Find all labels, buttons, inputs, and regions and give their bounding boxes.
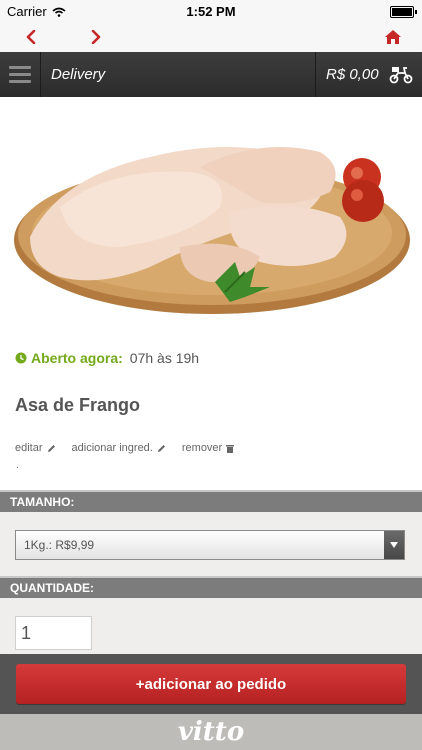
size-section-header: TAMANHO: — [0, 490, 422, 512]
footer: vitto — [0, 714, 422, 750]
size-select[interactable]: 1Kg.: R$9,99 — [15, 530, 405, 560]
nav-bar — [0, 22, 422, 53]
app-header: Delivery R$ 0,00 — [0, 52, 422, 97]
chevron-left-icon — [26, 30, 36, 44]
cart-button[interactable]: R$ 0,00 — [315, 52, 422, 97]
product-note: . — [16, 460, 19, 471]
edit-link[interactable]: editar — [15, 442, 56, 454]
status-time: 1:52 PM — [186, 4, 236, 19]
quantity-section — [0, 598, 422, 656]
size-selected-value: 1Kg.: R$9,99 — [24, 538, 95, 552]
quantity-section-header: QUANTIDADE: — [0, 576, 422, 598]
clock-icon — [15, 352, 27, 364]
trash-icon — [226, 444, 235, 453]
chicken-wings-illustration — [14, 147, 410, 314]
menu-button[interactable] — [0, 52, 41, 97]
opening-hours: Aberto agora: 07h às 19h — [15, 350, 199, 366]
dropdown-arrow-icon — [384, 531, 404, 559]
add-to-order-button[interactable]: +adicionar ao pedido — [16, 664, 406, 704]
quantity-input[interactable] — [15, 616, 92, 650]
chevron-right-icon — [91, 30, 101, 44]
add-ingredient-link[interactable]: adicionar ingred. — [72, 442, 166, 454]
menu-icon — [9, 62, 31, 87]
product-actions: editar adicionar ingred. remover — [15, 442, 235, 454]
status-bar: Carrier 1:52 PM — [0, 0, 422, 22]
product-image — [0, 97, 422, 337]
edit-label: editar — [15, 442, 43, 454]
forward-button[interactable] — [84, 27, 108, 47]
cart-total: R$ 0,00 — [326, 66, 379, 83]
hours-range: 07h às 19h — [129, 350, 200, 366]
size-label: TAMANHO: — [10, 495, 75, 509]
product-title: Asa de Frango — [15, 395, 141, 415]
battery-icon — [390, 6, 417, 18]
brand-logo: vitto — [177, 717, 245, 747]
remove-link[interactable]: remover — [181, 442, 235, 454]
bottom-action-bar: +adicionar ao pedido — [0, 654, 422, 714]
home-icon — [385, 30, 401, 44]
add-ingredient-label: adicionar ingred. — [71, 442, 153, 454]
scooter-icon — [389, 67, 413, 84]
remove-label: remover — [181, 442, 223, 454]
pencil-icon — [47, 444, 55, 452]
header-title: Delivery — [51, 66, 106, 83]
quantity-label: QUANTIDADE: — [10, 581, 94, 595]
home-button[interactable] — [381, 27, 405, 47]
open-status: Aberto agora: — [31, 350, 123, 366]
size-section: 1Kg.: R$9,99 — [0, 512, 422, 576]
pencil-icon — [157, 444, 165, 452]
back-button[interactable] — [19, 27, 43, 47]
